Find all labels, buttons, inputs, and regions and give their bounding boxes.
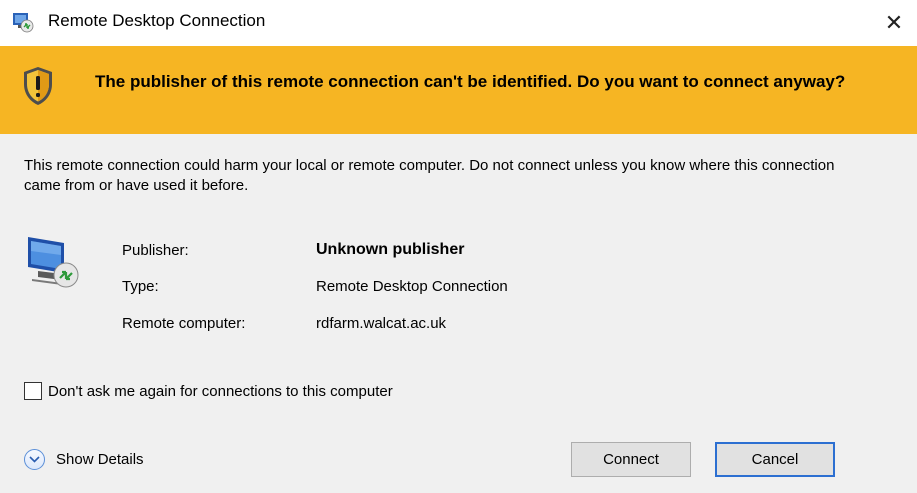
dont-ask-again-label[interactable]: Don't ask me again for connections to th…: [48, 383, 393, 400]
close-button[interactable]: ✕: [871, 0, 917, 46]
type-label: Type:: [122, 278, 159, 295]
description-text: This remote connection could harm your l…: [24, 157, 835, 194]
dont-ask-again-checkbox[interactable]: [24, 382, 42, 400]
type-value: Remote Desktop Connection: [316, 278, 508, 295]
warning-banner: The publisher of this remote connection …: [0, 46, 917, 134]
remote-computer-label: Remote computer:: [122, 315, 246, 332]
publisher-value: Unknown publisher: [316, 241, 465, 258]
close-icon: ✕: [884, 10, 904, 35]
title-bar: Remote Desktop Connection ✕: [0, 0, 917, 46]
show-details-toggle[interactable]: Show Details: [24, 449, 144, 470]
remote-desktop-icon: [13, 13, 34, 33]
remote-computer-value: rdfarm.walcat.ac.uk: [316, 315, 447, 332]
cancel-button[interactable]: Cancel: [715, 442, 835, 477]
window-title: Remote Desktop Connection: [48, 11, 266, 30]
publisher-label: Publisher:: [122, 242, 189, 259]
warning-message: The publisher of this remote connection …: [95, 72, 846, 91]
connect-button[interactable]: Connect: [571, 442, 691, 477]
chevron-down-icon[interactable]: [24, 449, 45, 470]
dont-ask-again-row[interactable]: Don't ask me again for connections to th…: [24, 382, 393, 400]
show-details-label[interactable]: Show Details: [56, 451, 144, 468]
warning-shield-icon: [24, 67, 52, 105]
remote-computer-icon: [28, 237, 79, 288]
